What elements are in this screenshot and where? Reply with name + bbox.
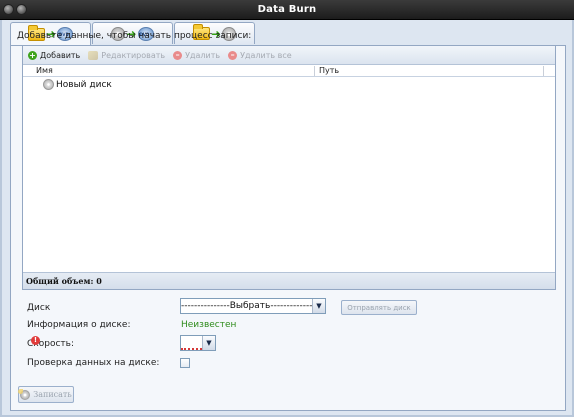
column-header: Имя Путь: [23, 65, 555, 77]
delete-button-label: Удалить: [185, 50, 221, 60]
speed-select[interactable]: ▼: [180, 335, 216, 351]
edit-button-label: Редактировать: [101, 50, 166, 60]
delete-icon: –: [173, 50, 183, 60]
disk-select-value: ---------------Выбрать---------------: [181, 301, 312, 311]
data-list-box: + Добавить Редактировать – Удалить – Уда…: [22, 45, 556, 290]
edit-icon: [88, 50, 99, 60]
window-title: Data Burn: [257, 4, 317, 15]
column-separator[interactable]: [314, 66, 315, 76]
disk-info-value: Неизвестен: [181, 320, 237, 330]
delete-all-icon: –: [228, 50, 238, 60]
delete-all-button[interactable]: – Удалить все: [228, 50, 292, 60]
burn-button-label: Записать: [33, 390, 72, 399]
cd-icon: [43, 79, 54, 90]
instruction-text: Добавьте данные, чтобы начать процесс за…: [17, 31, 252, 41]
add-icon: +: [28, 50, 37, 60]
delete-all-button-label: Удалить все: [240, 50, 292, 60]
chevron-down-icon[interactable]: ▼: [202, 336, 215, 350]
speed-select-value: [181, 336, 202, 350]
disk-info-label: Информация о диске:: [27, 320, 131, 330]
file-tree: Новый диск: [23, 77, 555, 255]
add-button[interactable]: + Добавить: [28, 50, 81, 60]
warning-icon: !: [31, 336, 40, 345]
column-path-header[interactable]: Путь: [319, 66, 339, 75]
delete-button[interactable]: – Удалить: [173, 50, 221, 60]
tree-item-new-disc[interactable]: Новый диск: [43, 79, 112, 90]
column-separator[interactable]: [543, 66, 544, 76]
burn-icon: [18, 388, 31, 400]
column-name-header[interactable]: Имя: [36, 66, 53, 75]
close-window-icon[interactable]: [3, 4, 14, 15]
burn-button[interactable]: Записать: [18, 386, 74, 403]
edit-button[interactable]: Редактировать: [88, 50, 166, 60]
verify-label: Проверка данных на диске:: [27, 358, 160, 368]
total-size-summary: Общий объем: 0: [23, 272, 555, 289]
add-button-label: Добавить: [40, 50, 81, 60]
list-toolbar: + Добавить Редактировать – Удалить – Уда…: [23, 46, 555, 65]
minimize-window-icon[interactable]: [16, 4, 27, 15]
disk-select[interactable]: ---------------Выбрать--------------- ▼: [180, 298, 326, 314]
chevron-down-icon[interactable]: ▼: [312, 299, 325, 313]
tree-item-label: Новый диск: [56, 79, 112, 90]
verify-checkbox[interactable]: [180, 358, 190, 368]
disk-label: Диск: [27, 303, 51, 313]
eject-disc-button[interactable]: Отправлять диск: [341, 300, 417, 315]
title-bar: Data Burn: [0, 0, 574, 20]
